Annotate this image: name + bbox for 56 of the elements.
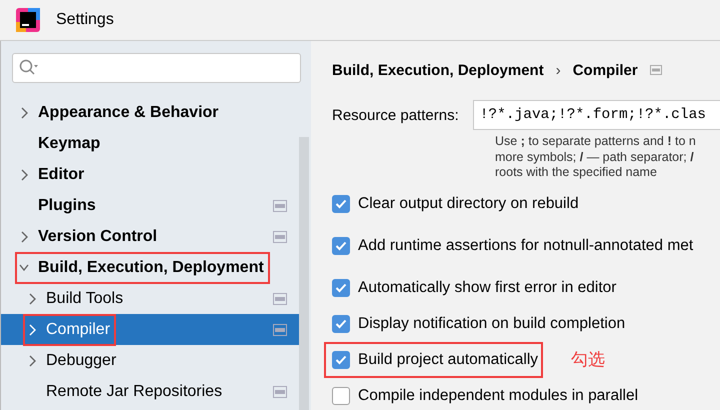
breadcrumb-current: Compiler (572, 62, 638, 78)
highlighted-tree-item[interactable]: Compiler (23, 314, 116, 346)
checkbox-option[interactable]: Compile independent modules in parallel (324, 378, 644, 410)
chevron-icon (19, 106, 29, 118)
tree-item[interactable]: Keymap (15, 128, 106, 160)
checkmark-icon (335, 354, 347, 364)
checkmark-icon (335, 282, 347, 292)
checkbox-option[interactable]: Add runtime assertions for notnull-annotated met (324, 228, 698, 264)
search-icon (19, 59, 39, 77)
checkbox[interactable] (332, 236, 350, 254)
chevron-icon (27, 324, 37, 336)
tree-item[interactable]: Editor (15, 158, 90, 190)
hint-text: more symbols; / — path separator; / (495, 150, 695, 165)
annotation-text: 勾选 (571, 349, 606, 371)
field-label: Resource patterns: (332, 106, 459, 124)
project-level-icon (273, 292, 287, 304)
checkbox-option[interactable]: Automatically show first error in editor (324, 270, 622, 306)
project-level-icon (650, 65, 662, 75)
project-level-icon (273, 230, 287, 242)
chevron-icon (19, 230, 29, 242)
resource-patterns-field[interactable]: !?*.java;!?*.form;!?*.clas (472, 100, 720, 130)
project-level-icon (273, 386, 287, 398)
hint-text: Use ; to separate patterns and ! to n (495, 134, 697, 150)
highlighted-tree-item[interactable]: Build, Execution, Deployment (15, 252, 270, 284)
project-level-icon (273, 324, 287, 336)
checkbox[interactable] (332, 386, 350, 404)
selected-tree-item[interactable]: Compiler (1, 314, 299, 345)
checkbox[interactable] (332, 314, 350, 332)
tree-item[interactable]: Debugger (23, 344, 122, 376)
app-logo-icon (16, 8, 40, 32)
window-title: Settings (56, 11, 114, 29)
project-level-icon (273, 200, 287, 212)
checkmark-icon (335, 240, 347, 250)
tree-item[interactable]: Appearance & Behavior (15, 96, 225, 128)
checkbox[interactable] (332, 278, 350, 296)
tree-row[interactable]: Debugger (1, 345, 299, 376)
tree-row[interactable]: Remote Jar Repositories (1, 376, 299, 407)
tree-row[interactable]: Build Tools (1, 283, 299, 314)
checkbox[interactable] (332, 194, 350, 212)
tree-item[interactable]: Plugins (15, 190, 102, 222)
chevron-icon (27, 354, 37, 366)
scrollbar[interactable] (299, 137, 309, 410)
breadcrumb-parent[interactable]: Build, Execution, Deployment (332, 62, 544, 78)
checkbox-option[interactable]: Display notification on build completion (324, 306, 630, 342)
tree-item[interactable]: Build Tools (23, 282, 130, 314)
checkbox-option[interactable]: Clear output directory on rebuild (324, 186, 584, 222)
chevron-icon (19, 168, 29, 180)
hint-text: roots with the specified name (495, 165, 658, 180)
breadcrumb-separator: › (556, 62, 561, 78)
search-field[interactable] (12, 53, 301, 83)
checkbox[interactable] (332, 350, 350, 368)
tree-item[interactable]: Remote Jar Repositories (23, 376, 228, 408)
checkmark-icon (335, 198, 347, 208)
chevron-icon (27, 292, 37, 304)
tree-item[interactable]: Version Control (15, 220, 164, 252)
checkmark-icon (335, 318, 347, 328)
